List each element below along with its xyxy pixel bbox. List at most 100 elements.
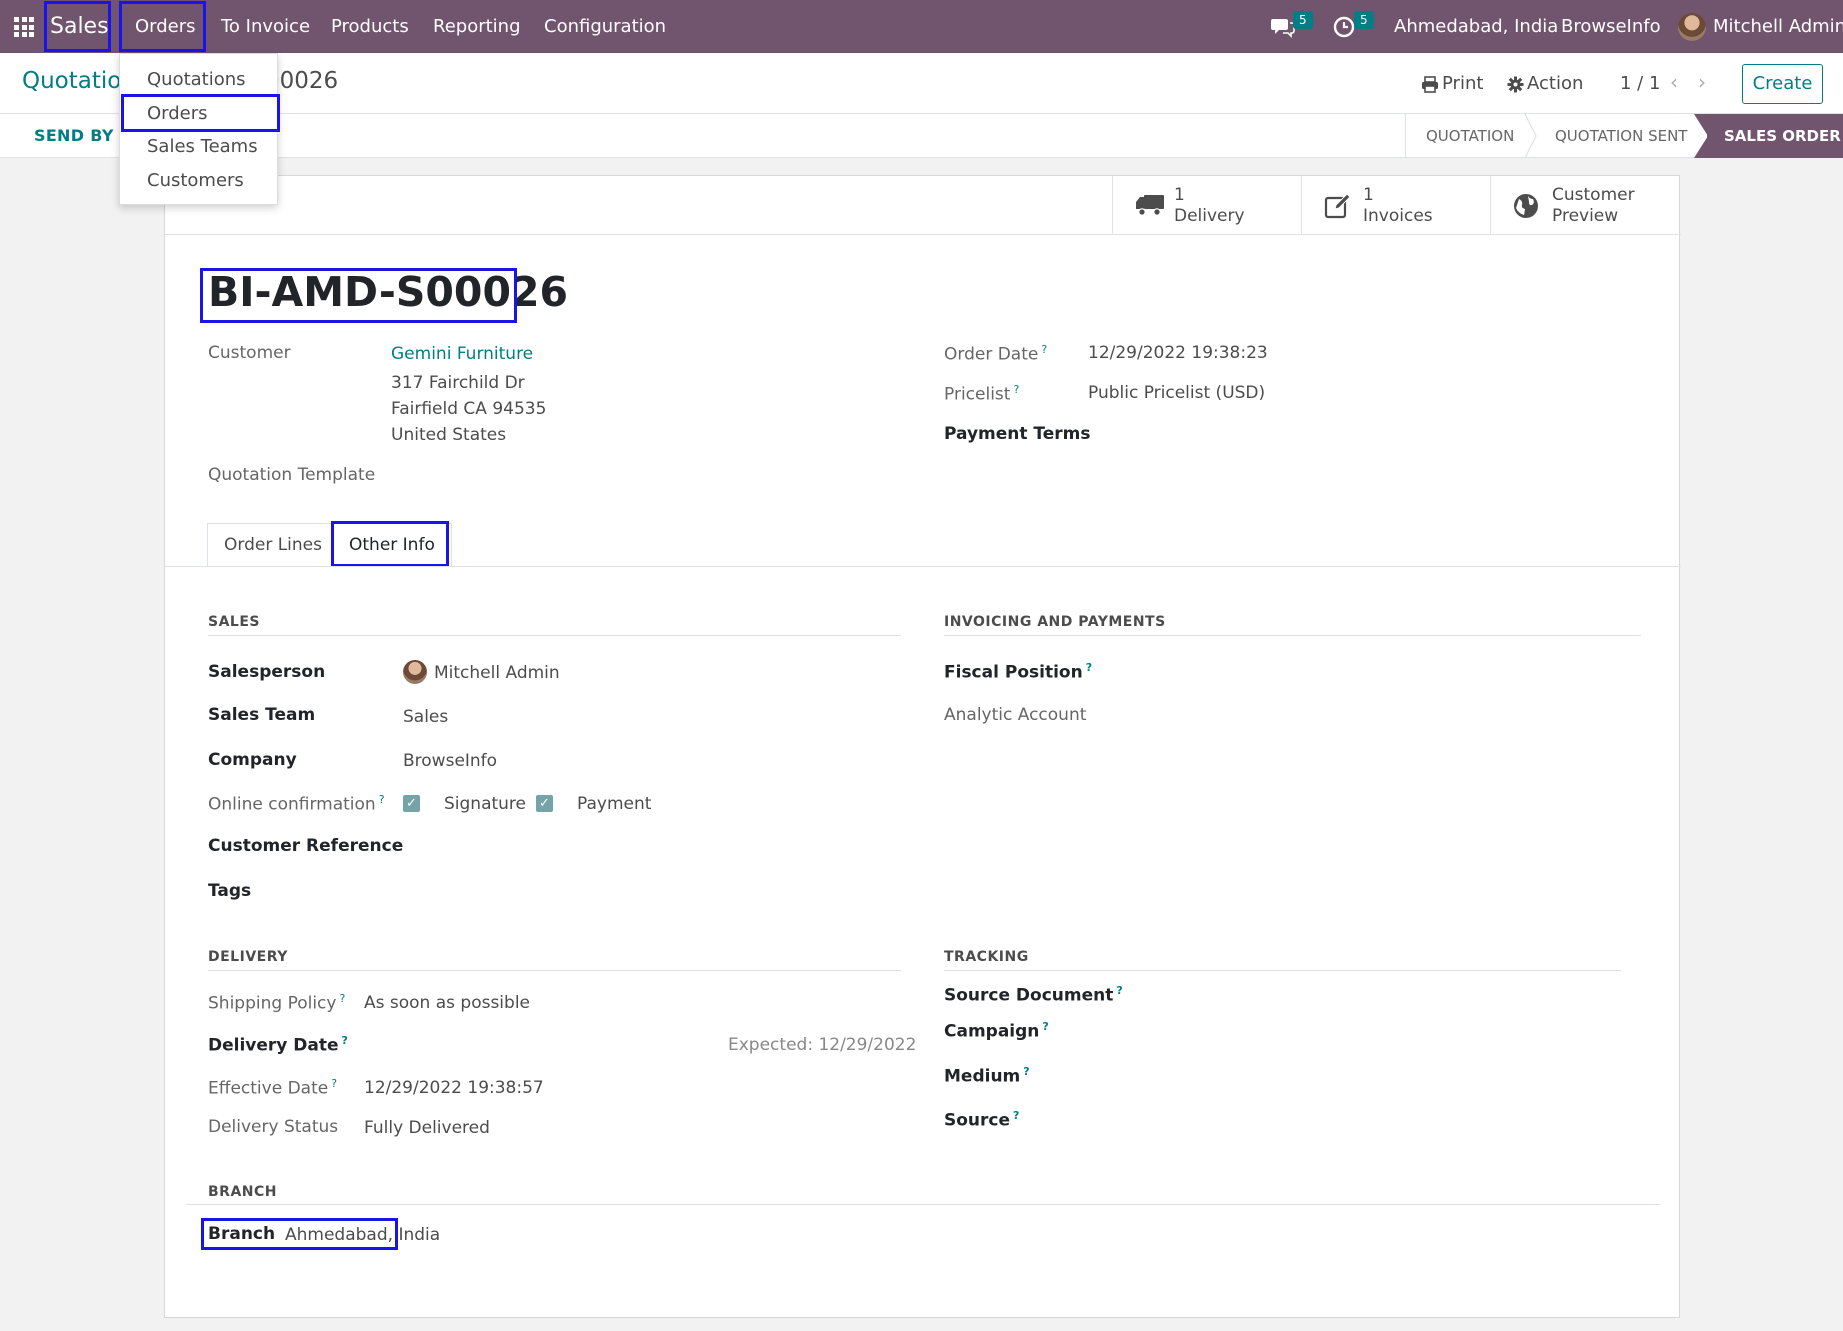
- help-icon[interactable]: ?: [1041, 343, 1047, 356]
- effective-date-label-text: Effective Date: [208, 1078, 329, 1099]
- smart-preview-line1: Customer: [1552, 185, 1635, 205]
- section-title-branch: BRANCH: [208, 1184, 277, 1200]
- action-button[interactable]: Action: [1527, 73, 1583, 94]
- shipping-policy-value[interactable]: As soon as possible: [364, 993, 530, 1013]
- delivery-smart-button[interactable]: 1 Delivery: [1112, 176, 1302, 234]
- dropdown-item-sales-teams[interactable]: Sales Teams: [147, 136, 258, 157]
- messages-count-badge: 5: [1293, 11, 1313, 29]
- section-title-tracking: TRACKING: [944, 949, 1029, 965]
- pricelist-value[interactable]: Public Pricelist (USD): [1088, 383, 1265, 403]
- customer-label: Customer: [208, 343, 291, 363]
- send-by-email-button[interactable]: SEND BY E: [34, 126, 131, 145]
- online-confirmation-label: Online confirmation?: [208, 793, 385, 815]
- delivery-status-label: Delivery Status: [208, 1117, 339, 1137]
- company-label: Company: [208, 750, 297, 770]
- dropdown-item-quotations[interactable]: Quotations: [147, 69, 246, 90]
- highlight-box: [331, 521, 449, 567]
- apps-menu-icon[interactable]: [14, 17, 34, 37]
- payment-checkbox[interactable]: ✓: [536, 795, 553, 812]
- smart-delivery-label: Delivery: [1174, 206, 1245, 226]
- status-quotation-sent[interactable]: QUOTATION SENT: [1537, 114, 1705, 158]
- medium-label-text: Medium: [944, 1066, 1021, 1087]
- delivery-date-label: Delivery Date?: [208, 1034, 348, 1056]
- section-divider: [208, 970, 901, 971]
- pager-previous-icon[interactable]: ‹: [1670, 70, 1678, 94]
- status-sales-order[interactable]: SALES ORDER: [1707, 114, 1843, 158]
- help-icon[interactable]: ?: [1116, 984, 1122, 997]
- help-icon[interactable]: ?: [1013, 1109, 1019, 1122]
- source-label-text: Source: [944, 1110, 1011, 1131]
- gear-icon[interactable]: [1507, 76, 1524, 93]
- company-switcher[interactable]: BrowseInfo: [1561, 0, 1661, 53]
- expected-date: Expected: 12/29/2022: [728, 1035, 917, 1055]
- campaign-label-text: Campaign: [944, 1021, 1040, 1042]
- section-title-delivery: DELIVERY: [208, 949, 288, 965]
- menu-products[interactable]: Products: [331, 0, 409, 53]
- create-button[interactable]: Create: [1742, 64, 1823, 104]
- fiscal-position-label: Fiscal Position?: [944, 661, 1092, 683]
- help-icon[interactable]: ?: [1023, 1065, 1029, 1078]
- campaign-label: Campaign?: [944, 1020, 1049, 1042]
- help-icon[interactable]: ?: [331, 1077, 337, 1090]
- status-quotation[interactable]: QUOTATION: [1408, 114, 1532, 158]
- print-icon[interactable]: [1421, 76, 1439, 93]
- smart-invoices-label: Invoices: [1363, 206, 1433, 226]
- menu-reporting[interactable]: Reporting: [433, 0, 521, 53]
- help-icon[interactable]: ?: [342, 1034, 348, 1047]
- customer-preview-smart-button[interactable]: Customer Preview: [1490, 176, 1681, 234]
- salesperson-avatar: [403, 660, 427, 684]
- fiscal-position-label-text: Fiscal Position: [944, 662, 1083, 683]
- smart-preview-line2: Preview: [1552, 206, 1619, 226]
- smart-delivery-count: 1: [1174, 185, 1185, 205]
- customer-name-link[interactable]: Gemini Furniture: [391, 344, 533, 364]
- help-icon[interactable]: ?: [1086, 661, 1092, 674]
- status-arrow: [1524, 114, 1537, 158]
- highlight-box: [200, 268, 517, 323]
- globe-icon: [1514, 194, 1538, 218]
- delivery-date-label-text: Delivery Date: [208, 1035, 339, 1056]
- sales-team-label: Sales Team: [208, 705, 316, 725]
- help-icon[interactable]: ?: [1013, 383, 1019, 396]
- customer-address-line: 317 Fairchild Dr: [391, 373, 525, 393]
- order-date-value[interactable]: 12/29/2022 19:38:23: [1088, 343, 1268, 363]
- source-label: Source?: [944, 1109, 1019, 1131]
- analytic-account-label: Analytic Account: [944, 705, 1087, 725]
- menu-configuration[interactable]: Configuration: [544, 0, 666, 53]
- menu-to-invoice[interactable]: To Invoice: [221, 0, 310, 53]
- signature-checkbox[interactable]: ✓: [403, 795, 420, 812]
- clock-icon[interactable]: [1333, 16, 1355, 38]
- user-avatar[interactable]: [1678, 13, 1706, 41]
- messages-icon[interactable]: [1271, 16, 1295, 38]
- salesperson-value[interactable]: Mitchell Admin: [434, 663, 560, 683]
- pricelist-label-text: Pricelist: [944, 384, 1011, 405]
- smart-buttons-border: [165, 234, 1681, 235]
- shipping-policy-label: Shipping Policy?: [208, 992, 345, 1014]
- branch-switcher[interactable]: Ahmedabad, India: [1394, 0, 1558, 53]
- user-menu[interactable]: Mitchell Admin: [1713, 0, 1843, 53]
- signature-label: Signature: [444, 794, 527, 814]
- sales-team-value[interactable]: Sales: [403, 707, 448, 727]
- section-title-sales: SALES: [208, 614, 260, 630]
- invoices-smart-button[interactable]: 1 Invoices: [1301, 176, 1491, 234]
- smart-invoices-count: 1: [1363, 185, 1374, 205]
- help-icon[interactable]: ?: [379, 793, 385, 806]
- customer-address-line: Fairfield CA 94535: [391, 399, 547, 419]
- print-button[interactable]: Print: [1442, 73, 1483, 94]
- salesperson-label: Salesperson: [208, 662, 326, 682]
- section-divider: [944, 635, 1641, 636]
- edit-icon: [1324, 193, 1351, 219]
- help-icon[interactable]: ?: [1042, 1020, 1048, 1033]
- company-value[interactable]: BrowseInfo: [403, 751, 497, 771]
- highlight-box: [201, 1218, 398, 1250]
- pager-next-icon[interactable]: ›: [1698, 70, 1706, 94]
- dropdown-item-customers[interactable]: Customers: [147, 170, 244, 191]
- breadcrumb-parent[interactable]: Quotatio: [22, 68, 121, 94]
- effective-date-value: 12/29/2022 19:38:57: [364, 1078, 544, 1098]
- tab-order-lines[interactable]: Order Lines: [207, 523, 339, 567]
- pager-value[interactable]: 1 / 1: [1620, 73, 1660, 94]
- top-navbar: Sales Orders To Invoice Products Reporti…: [0, 0, 1843, 53]
- help-icon[interactable]: ?: [339, 992, 345, 1005]
- order-date-label-text: Order Date: [944, 344, 1039, 365]
- payment-terms-label: Payment Terms: [944, 424, 1091, 444]
- delivery-status-value: Fully Delivered: [364, 1118, 490, 1138]
